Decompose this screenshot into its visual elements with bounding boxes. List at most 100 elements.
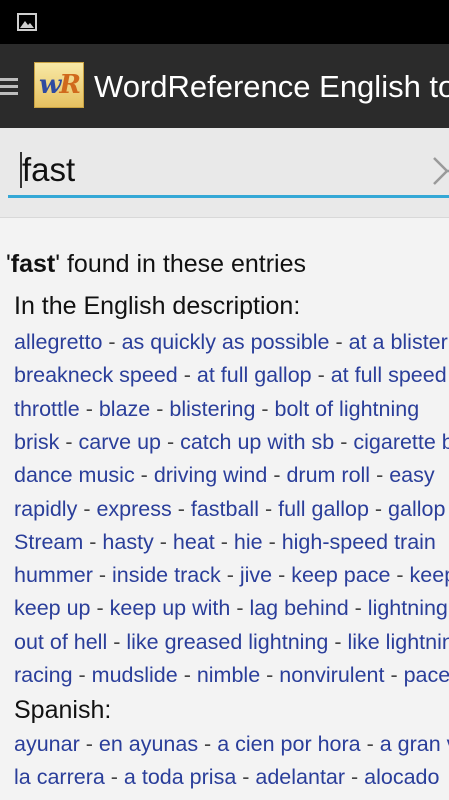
app-logo[interactable]: wR <box>34 62 84 108</box>
image-icon <box>17 13 37 31</box>
results-content: 'fast' found in these entries In the Eng… <box>0 218 449 800</box>
entry-link[interactable]: blaze <box>99 397 150 421</box>
separator: - <box>102 330 122 354</box>
entry-link[interactable]: jive <box>240 563 272 587</box>
separator: - <box>230 596 250 621</box>
entry-link[interactable]: lightning <box>368 596 448 620</box>
separator: - <box>83 529 103 554</box>
entry-link[interactable]: pace <box>404 663 449 687</box>
entry-link[interactable]: ayunar <box>14 732 80 756</box>
entry-link[interactable]: fastball <box>191 497 259 521</box>
separator: - <box>90 596 110 621</box>
entry-row: Stream - hasty - heat - hie - high-speed… <box>14 530 436 555</box>
separator: - <box>345 765 365 790</box>
results-header: 'fast' found in these entries <box>6 250 306 279</box>
entry-link[interactable]: keep up <box>14 596 91 620</box>
entry-row: allegretto - as quickly as possible - at… <box>14 330 449 355</box>
entry-link[interactable]: bolt of lightning <box>275 397 420 421</box>
entry-link[interactable]: express <box>96 497 171 521</box>
action-bar: wR WordReference English to Spanish <box>0 44 449 128</box>
separator: - <box>258 496 279 521</box>
separator: - <box>150 396 170 421</box>
entry-link[interactable]: allegretto <box>14 330 102 354</box>
entry-link[interactable]: drum roll <box>286 463 370 487</box>
entry-link[interactable]: throttle <box>14 397 80 421</box>
separator: - <box>198 732 218 756</box>
entry-link[interactable]: cigarette boat <box>353 430 449 454</box>
separator: - <box>360 732 380 756</box>
separator: - <box>79 396 99 421</box>
separator: - <box>171 496 191 521</box>
separator: - <box>134 463 154 488</box>
entry-link[interactable]: keep pace <box>291 563 390 587</box>
entry-link[interactable]: en ayunas <box>99 732 198 756</box>
separator: - <box>260 663 280 687</box>
separator: - <box>92 563 112 588</box>
entry-link[interactable]: easy <box>389 463 434 487</box>
entry-link[interactable]: adelantar <box>255 765 345 789</box>
search-underline <box>8 195 449 198</box>
entry-row: throttle - blaze - blistering - bolt of … <box>14 397 419 422</box>
entry-link[interactable]: alocado <box>364 765 439 789</box>
entry-link[interactable]: blistering <box>169 397 255 421</box>
entry-link[interactable]: at a blistering pace <box>349 330 449 354</box>
entry-row: brisk - carve up - catch up with sb - ci… <box>14 430 449 455</box>
entry-link[interactable]: out of hell <box>14 630 107 654</box>
entry-link[interactable]: nimble <box>197 663 260 687</box>
search-input[interactable] <box>22 148 422 192</box>
separator: - <box>177 363 197 388</box>
separator: - <box>334 429 354 454</box>
entry-link[interactable]: a cien por hora <box>217 732 360 756</box>
separator: - <box>153 529 173 554</box>
entry-link[interactable]: gallop <box>388 497 445 521</box>
entry-link[interactable]: high-speed train <box>282 530 436 554</box>
entry-link[interactable]: heat <box>173 530 215 554</box>
entry-link[interactable]: hummer <box>14 563 93 587</box>
separator: - <box>72 663 92 687</box>
entry-link[interactable]: breakneck speed <box>14 363 178 387</box>
separator: - <box>370 463 390 488</box>
entry-link[interactable]: hasty <box>102 530 153 554</box>
entry-row: dance music - driving wind - drum roll -… <box>14 463 435 488</box>
entry-link[interactable]: hie <box>234 530 263 554</box>
separator: - <box>214 529 234 554</box>
entry-link[interactable]: keep <box>410 563 449 587</box>
entry-link[interactable]: lag behind <box>249 596 348 620</box>
entry-link[interactable]: brisk <box>14 430 59 454</box>
entry-row: out of hell - like greased lightning - l… <box>14 630 449 655</box>
entry-row: rapidly - express - fastball - full gall… <box>14 497 445 522</box>
separator: - <box>329 330 349 354</box>
header-suffix: ' found in these entries <box>55 250 307 278</box>
status-bar <box>0 0 449 44</box>
entry-link[interactable]: mudslide <box>92 663 178 687</box>
separator: - <box>311 363 331 388</box>
entry-link[interactable]: as quickly as possible <box>122 330 330 354</box>
entry-link[interactable]: a gran velocidad <box>380 732 449 756</box>
entry-row: la carrera - a toda prisa - adelantar - … <box>14 765 439 790</box>
separator: - <box>348 596 368 621</box>
entry-link[interactable]: at full gallop <box>197 363 312 387</box>
entry-link[interactable]: at full speed <box>331 363 447 387</box>
entry-link[interactable]: rapidly <box>14 497 77 521</box>
entry-link[interactable]: inside track <box>112 563 221 587</box>
menu-icon[interactable] <box>0 78 20 96</box>
entry-link[interactable]: catch up with sb <box>180 430 334 454</box>
entry-link[interactable]: like lightning <box>347 630 449 654</box>
entry-link[interactable]: carve up <box>79 430 161 454</box>
separator: - <box>59 429 79 454</box>
entry-link[interactable]: driving wind <box>154 463 268 487</box>
entry-link[interactable]: full gallop <box>278 497 369 521</box>
separator: - <box>77 496 97 521</box>
entry-link[interactable]: la carrera <box>14 765 105 789</box>
entry-row: keep up - keep up with - lag behind - li… <box>14 596 448 621</box>
entry-link[interactable]: Stream <box>14 530 83 554</box>
entry-link[interactable]: racing <box>14 663 73 687</box>
entry-link[interactable]: nonvirulent <box>279 663 384 687</box>
separator: - <box>272 563 292 588</box>
entry-link[interactable]: keep up with <box>110 596 231 620</box>
clear-icon[interactable] <box>430 154 449 188</box>
separator: - <box>160 429 181 454</box>
entry-link[interactable]: dance music <box>14 463 135 487</box>
entry-link[interactable]: like greased lightning <box>126 630 328 654</box>
entry-link[interactable]: a toda prisa <box>124 765 236 789</box>
